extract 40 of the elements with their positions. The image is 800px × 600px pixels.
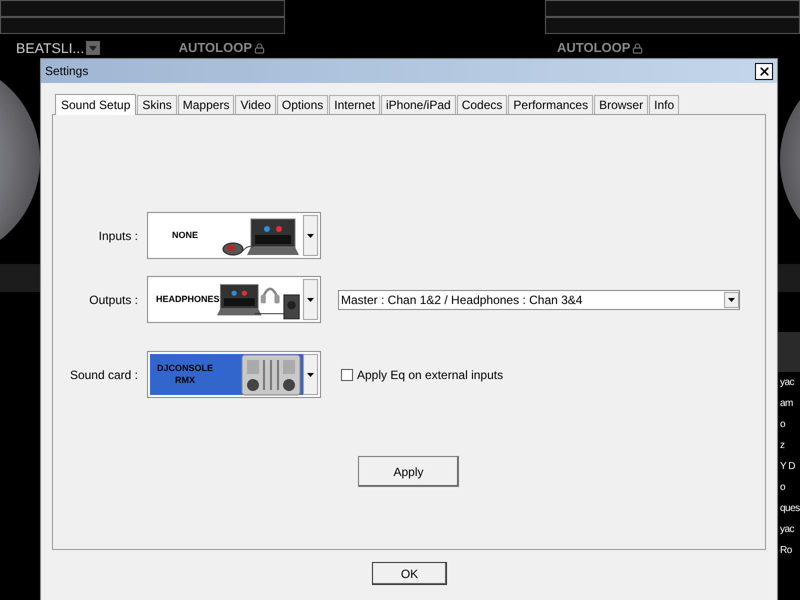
checkbox-label: Apply Eq on external inputs bbox=[357, 366, 504, 384]
browser-row-text: z bbox=[780, 439, 784, 453]
settings-tab[interactable]: Codecs bbox=[456, 95, 508, 114]
window-title: Settings bbox=[45, 63, 88, 80]
lock-icon bbox=[254, 42, 265, 54]
autoloop-label: AUTOLOOP bbox=[557, 39, 630, 58]
settings-tab[interactable]: Skins bbox=[137, 95, 177, 114]
autoloop-label: AUTOLOOP bbox=[178, 39, 252, 58]
settings-tab[interactable]: Internet bbox=[329, 95, 380, 114]
browser-row-text: o bbox=[780, 481, 786, 495]
browser-row-text: Ro bbox=[780, 544, 792, 558]
field-label: Sound card : bbox=[68, 366, 138, 384]
ok-button[interactable]: OK bbox=[372, 562, 447, 585]
close-icon bbox=[758, 64, 770, 78]
browser-row-text: am bbox=[780, 397, 793, 411]
browser-row-text: o bbox=[780, 418, 786, 432]
browser-row-text: yac bbox=[780, 376, 794, 390]
browser-row-text: yac bbox=[780, 523, 794, 537]
settings-tab[interactable]: Performances bbox=[508, 95, 594, 114]
mixer-console-drawing bbox=[241, 354, 301, 396]
lock-icon bbox=[632, 42, 644, 54]
settings-tab[interactable]: Sound Setup bbox=[55, 94, 136, 115]
apply-button[interactable]: Apply bbox=[358, 456, 459, 487]
effect-name: BEATSLI... bbox=[16, 41, 84, 55]
field-label: Inputs : bbox=[98, 228, 138, 244]
checkbox[interactable] bbox=[341, 368, 353, 380]
browser-row-text: ques bbox=[780, 502, 800, 516]
settings-tab[interactable]: Mappers bbox=[178, 95, 234, 114]
settings-tab[interactable]: Browser bbox=[594, 95, 648, 114]
field-label: Outputs : bbox=[88, 292, 138, 308]
settings-tab[interactable]: Video bbox=[235, 95, 276, 114]
settings-tab[interactable]: Info bbox=[649, 95, 680, 114]
device-select[interactable]: HEADPHONES bbox=[147, 276, 321, 323]
close-button[interactable] bbox=[755, 62, 773, 80]
browser-row-text: Y D bbox=[780, 460, 795, 474]
device-select[interactable]: DJCONSOLE RMX bbox=[147, 351, 321, 398]
settings-tab[interactable]: iPhone/iPad bbox=[380, 95, 456, 114]
routing-select[interactable]: Master : Chan 1&2 / Headphones : Chan 3&4 bbox=[338, 290, 740, 310]
settings-tab[interactable]: Options bbox=[276, 95, 328, 114]
device-select[interactable]: NONE bbox=[147, 212, 321, 259]
